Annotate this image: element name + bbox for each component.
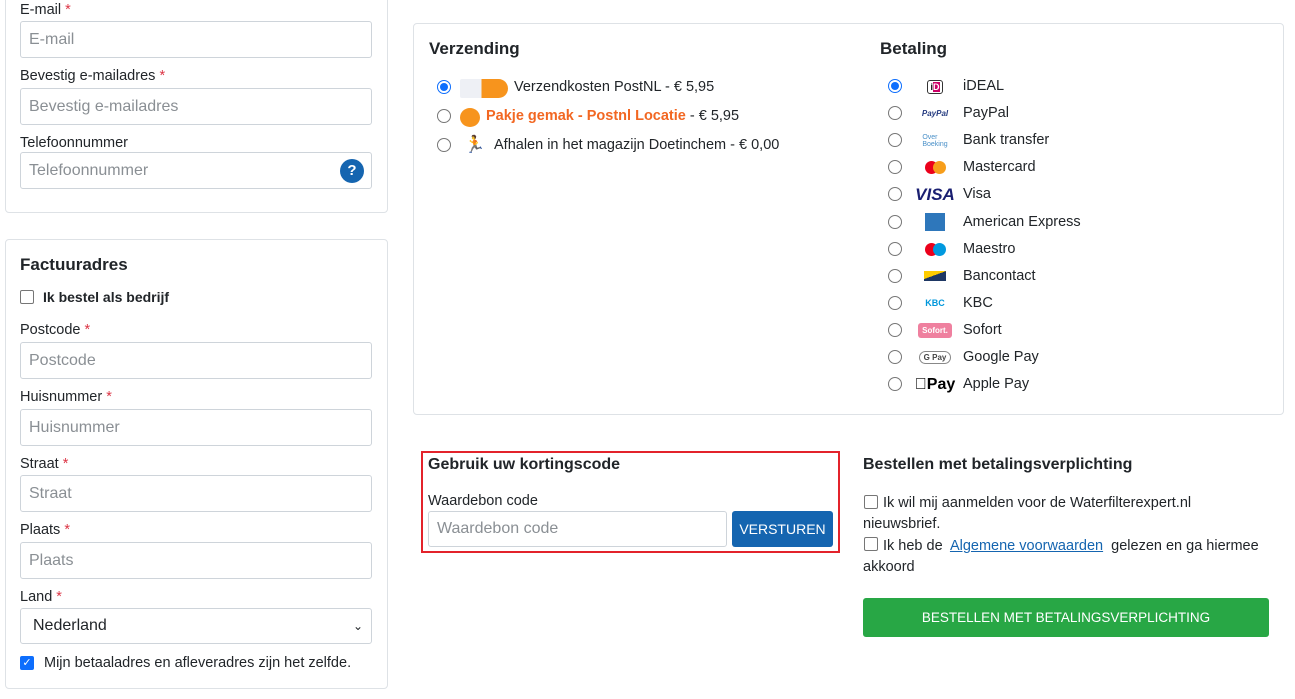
house-number-label: Huisnummer *: [20, 389, 112, 405]
help-icon[interactable]: ?: [340, 159, 364, 183]
payment-method-label: PayPal: [963, 105, 1009, 122]
shipping-option-pakjegemak-label: Pakje gemak - Postnl Locatie - € 5,95: [486, 108, 740, 124]
payment-method-radio[interactable]: [888, 295, 902, 310]
email-input[interactable]: [20, 21, 372, 58]
phone-input[interactable]: [20, 152, 372, 189]
coupon-input[interactable]: [428, 511, 727, 547]
company-checkbox[interactable]: [20, 290, 34, 304]
postcode-input[interactable]: [20, 342, 372, 379]
payment-method-radio[interactable]: [888, 79, 902, 93]
payment-method-radio[interactable]: [888, 106, 902, 121]
postnl-logo-icon: [460, 108, 480, 127]
shipping-option-pickup-label: Afhalen in het magazijn Doetinchem - € 0…: [494, 137, 780, 153]
payment-method-radio[interactable]: [888, 350, 902, 364]
confirm-email-label: Bevestig e-mailadres *: [20, 68, 166, 84]
paypal-logo-icon: PayPal: [921, 109, 949, 119]
shipping-option-pickup[interactable]: [437, 138, 451, 152]
country-label: Land *: [20, 589, 62, 605]
amex-logo-icon: [913, 213, 957, 232]
terms-link[interactable]: Algemene voorwaarden: [950, 538, 1103, 554]
payment-method-label: Apple Pay: [963, 376, 1030, 393]
same-address-label: Mijn betaaladres en afleveradres zijn he…: [44, 655, 352, 671]
payment-method-radio[interactable]: [888, 214, 902, 229]
coupon-submit-button[interactable]: VERSTUREN: [732, 511, 833, 547]
payment-method-radio[interactable]: [888, 322, 902, 337]
coupon-title: Gebruik uw kortingscode: [428, 456, 621, 473]
confirm-email-input[interactable]: [20, 88, 372, 125]
payment-method-radio[interactable]: [888, 268, 902, 283]
place-order-button[interactable]: BESTELLEN MET BETALINGSVERPLICHTING: [863, 598, 1269, 637]
chevron-down-icon: ⌄: [352, 619, 363, 633]
kbc-logo-icon: KBC: [925, 298, 945, 309]
ideal-logo-icon: iD: [913, 77, 957, 96]
payment-method-label: American Express: [963, 213, 1081, 230]
visa-logo-icon: VISA: [915, 184, 955, 204]
same-address-checkbox[interactable]: ✓: [20, 656, 34, 670]
postnl-logo-icon: [460, 79, 508, 98]
payment-method-label: KBC: [963, 294, 993, 311]
street-input[interactable]: [20, 475, 372, 512]
street-label: Straat *: [20, 456, 69, 472]
apple-pay-logo-icon: Pay: [915, 375, 955, 393]
shipping-option-postnl-label: Verzendkosten PostNL - € 5,95: [514, 79, 715, 95]
pickup-person-icon: 🏃: [464, 135, 486, 154]
payment-method-label: Google Pay: [963, 349, 1039, 365]
phone-label: Telefoonnummer: [20, 135, 128, 151]
billing-title: Factuuradres: [20, 255, 128, 274]
terms-label: Ik heb de Algemene voorwaarden gelezen e…: [863, 538, 1259, 575]
city-input[interactable]: [20, 542, 372, 579]
order-title: Bestellen met betalingsverplichting: [863, 456, 1133, 473]
coupon-label: Waardebon code: [428, 493, 538, 509]
payment-method-radio[interactable]: [888, 241, 902, 256]
city-label: Plaats *: [20, 522, 70, 538]
company-checkbox-label: Ik bestel als bedrijf: [43, 289, 170, 305]
bank-transfer-logo-icon: Over Boeking: [922, 133, 948, 148]
payment-method-label: Visa: [963, 186, 991, 203]
sofort-logo-icon: Sofort.: [913, 321, 957, 340]
payment-method-label: iDEAL: [963, 78, 1005, 94]
payment-method-label: Bank transfer: [963, 132, 1050, 149]
payment-method-label: Mastercard: [963, 159, 1036, 176]
payment-method-label: Maestro: [963, 240, 1016, 257]
payment-method-label: Bancontact: [963, 267, 1036, 284]
payment-method-radio[interactable]: [888, 377, 902, 392]
newsletter-label: Ik wil mij aanmelden voor de Waterfilter…: [863, 495, 1192, 532]
shipping-option-postnl[interactable]: [437, 80, 451, 94]
maestro-logo-icon: [913, 240, 957, 259]
postcode-label: Postcode *: [20, 322, 91, 338]
shipping-option-pakjegemak[interactable]: [437, 109, 451, 123]
payment-title: Betaling: [880, 39, 948, 58]
house-number-input[interactable]: [20, 409, 372, 446]
google-pay-logo-icon: G Pay: [913, 348, 957, 367]
mastercard-logo-icon: [913, 158, 957, 177]
payment-method-label: Sofort: [963, 321, 1002, 338]
email-label: E-mail *: [20, 2, 71, 18]
bancontact-logo-icon: [913, 267, 957, 286]
shipping-title: Verzending: [429, 39, 520, 58]
country-select[interactable]: Nederland ⌄: [20, 608, 372, 644]
